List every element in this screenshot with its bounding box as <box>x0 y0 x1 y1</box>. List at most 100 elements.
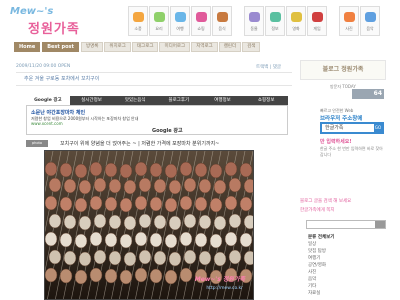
menu-tab-medialog[interactable]: 미디어로그 <box>159 42 191 52</box>
nav-tile[interactable]: 쇼핑 <box>191 6 211 36</box>
skewer-piece <box>164 163 178 179</box>
category-item[interactable]: 여행기 <box>308 255 390 262</box>
skewer-piece <box>149 232 163 248</box>
post-trackback-links[interactable]: 트랙백 | 댓글 <box>256 64 281 70</box>
nav-tile[interactable]: 정보 <box>265 6 285 36</box>
nav-tile-icon <box>217 12 228 22</box>
ad-tab-travel[interactable]: 여행정보 <box>201 96 245 105</box>
category-item[interactable]: 맛집 탐방 <box>308 248 390 255</box>
skewer-piece <box>89 195 103 211</box>
nav-tile[interactable]: 음식 <box>212 6 232 36</box>
ad-tab-google[interactable]: Google 광고 <box>26 96 70 105</box>
ad-url[interactable]: www.xcent.com <box>31 121 63 126</box>
category-item[interactable]: 일상 <box>308 241 390 248</box>
skewer-piece <box>45 267 58 283</box>
category-item[interactable]: 사진 <box>308 269 390 276</box>
ad-tab-food[interactable]: 맛있는음식 <box>113 96 157 105</box>
menu-tab-search[interactable]: 검색 <box>242 42 261 52</box>
nav-tile[interactable]: 영화 <box>286 6 306 36</box>
skewer-piece <box>179 161 193 177</box>
category-item[interactable]: 자료실 <box>308 290 390 297</box>
category-item[interactable]: 공연/영화 <box>308 262 390 269</box>
skewer-piece <box>59 232 73 248</box>
nav-tile[interactable]: 게임 <box>307 6 327 36</box>
skewer-piece <box>224 231 238 247</box>
sidebar-search-button[interactable] <box>375 221 385 228</box>
widget-go-button[interactable]: GO <box>374 124 382 132</box>
skewer-piece <box>123 215 137 231</box>
skewer-piece <box>243 178 253 194</box>
menu-tab-taglog[interactable]: 태그로그 <box>131 42 159 52</box>
skewer-piece <box>213 215 227 231</box>
category-item[interactable]: 기타 <box>308 283 390 290</box>
category-item[interactable]: 음악 <box>308 276 390 283</box>
ad-brand-label: Google 광고 <box>152 128 183 134</box>
nav-tile-label: 음식 <box>218 26 226 31</box>
widget-address-input[interactable]: 한글가족 GO <box>320 122 384 134</box>
header: Mew~'s 정원가족 소풍 요리 여행 쇼핑 음식 동물 정보 영화 게임 사진 음악 <box>0 0 400 42</box>
skewer-piece <box>63 214 77 230</box>
ad-title-link[interactable]: 소문난 야간포장마차 체인 <box>31 109 85 116</box>
nav-tile[interactable]: 소풍 <box>128 6 148 36</box>
nav-tile[interactable]: 음악 <box>360 6 380 36</box>
skewer-piece <box>168 251 182 267</box>
skewer-piece <box>45 195 58 211</box>
icon-navigation: 소풍 요리 여행 쇼핑 음식 동물 정보 영화 게임 사진 음악 <box>128 6 380 36</box>
skewer-photo[interactable]: Mew~'s 정원가족 http://mew.co.kr <box>44 150 254 300</box>
skewer-piece <box>93 249 107 265</box>
nav-tile-icon <box>312 12 323 22</box>
blog-logo[interactable]: Mew~'s 정원가족 <box>10 4 102 37</box>
category-list: 분류 전체보기 일상 맛집 탐방 여행기 공연/영화 사진 음악 기타 자료실 <box>308 234 390 297</box>
skewer-piece <box>93 213 107 229</box>
send-message-link[interactable]: 한글가족에게 쪽지 <box>300 207 386 213</box>
ad-tabs: Google 광고 실시간정보 맛있는음식 블로그후기 여행정보 쇼핑정보 <box>26 96 288 105</box>
nav-tile-icon <box>154 12 165 22</box>
skewer-piece <box>134 231 148 247</box>
skewer-piece <box>198 214 212 230</box>
nav-tile-icon <box>133 12 144 22</box>
skewer-piece <box>123 179 137 195</box>
skewer-piece <box>224 195 238 211</box>
menu-tab-guestbook[interactable]: 방명록 <box>80 42 104 52</box>
skewer-piece <box>198 250 212 266</box>
skewer-piece <box>138 249 152 265</box>
category-all[interactable]: 분류 전체보기 <box>308 234 390 241</box>
skewer-piece <box>108 250 122 266</box>
nav-tile[interactable]: 동물 <box>244 6 264 36</box>
menu-home[interactable]: Home <box>14 42 41 52</box>
menu-tab-regionlog[interactable]: 지역로그 <box>191 42 218 52</box>
ad-tab-shopping[interactable]: 쇼핑정보 <box>244 96 288 105</box>
main-content: 2009/11/20 09:00 OPEN 트랙백 | 댓글 추운 겨울 구로동… <box>16 56 292 300</box>
skewer-piece <box>239 162 253 178</box>
skewer-piece <box>119 163 133 179</box>
search-blog-link[interactable]: 블로그 글을 검색 해 보세요 <box>300 198 386 204</box>
skewer-piece <box>239 232 253 248</box>
skewer-piece <box>134 195 148 211</box>
skewer-piece <box>59 162 73 178</box>
post-title[interactable]: 추운 겨울 구로동 포차에서 꼬치구이 <box>16 72 292 86</box>
menu-best-post[interactable]: Best post <box>42 42 79 52</box>
menu-tab-calendar[interactable]: 캘린더 <box>218 42 242 52</box>
ad-tab-reviews[interactable]: 블로그후기 <box>157 96 201 105</box>
skewer-piece <box>89 161 103 177</box>
skewer-piece <box>209 197 223 213</box>
photo-tag: photo <box>26 140 48 147</box>
widget-line2: 브라우저 주소창에 <box>320 116 363 122</box>
skewer-piece <box>183 177 197 193</box>
ad-tab-realtime[interactable]: 실시간정보 <box>70 96 114 105</box>
skewer-piece <box>104 162 118 178</box>
skewer-piece <box>74 163 88 179</box>
nav-tile[interactable]: 사진 <box>339 6 359 36</box>
nav-tile-icon <box>249 12 260 22</box>
skewer-piece <box>134 161 148 177</box>
sidebar-search-input[interactable] <box>306 220 386 229</box>
skewer-piece <box>78 179 92 195</box>
menu-tab-locationlog[interactable]: 위치로그 <box>104 42 131 52</box>
nav-tile[interactable]: 요리 <box>149 6 169 36</box>
skewer-piece <box>59 268 73 284</box>
skewer-piece <box>149 196 163 212</box>
skewer-piece <box>93 177 107 193</box>
skewer-piece <box>213 179 227 195</box>
nav-tile[interactable]: 여행 <box>170 6 190 36</box>
skewer-piece <box>74 233 88 249</box>
